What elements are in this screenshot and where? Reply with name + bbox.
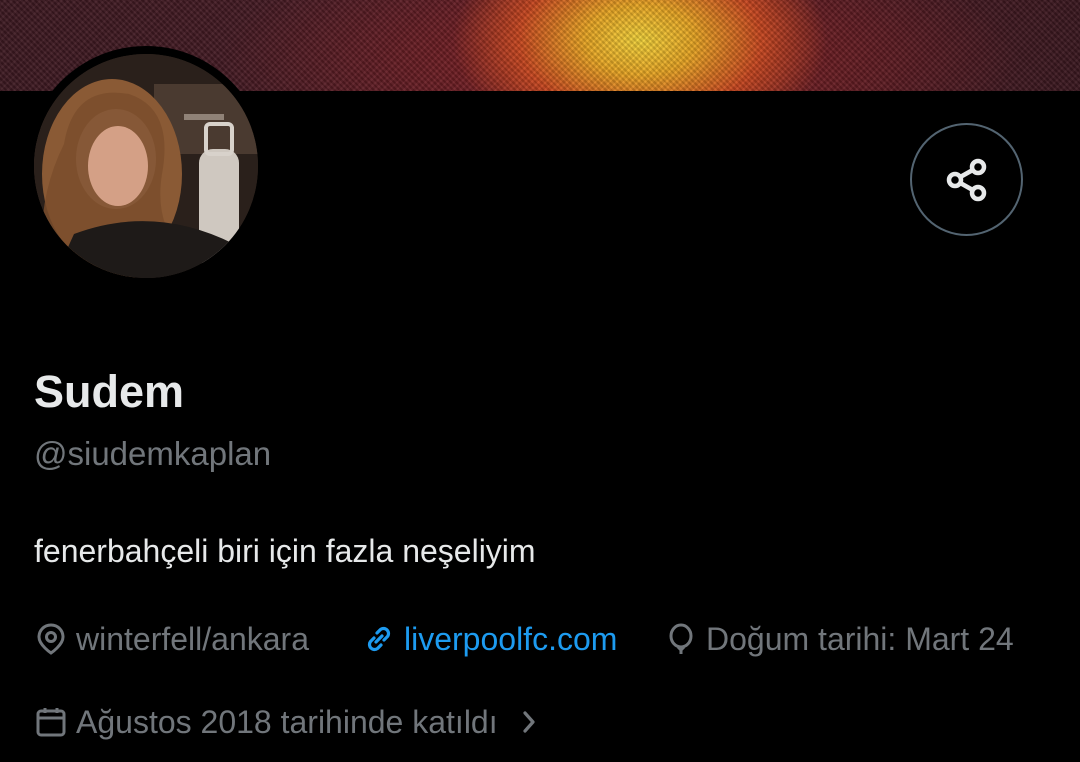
location-label: winterfell/ankara bbox=[76, 620, 309, 657]
profile-website-link[interactable]: liverpoolfc.com bbox=[362, 620, 617, 658]
avatar[interactable] bbox=[34, 54, 258, 278]
share-button[interactable] bbox=[910, 123, 1023, 236]
joined-label: Ağustos 2018 tarihinde katıldı bbox=[76, 703, 498, 740]
profile-location: winterfell/ankara bbox=[34, 620, 309, 658]
balloon-icon bbox=[669, 623, 693, 654]
profile-join-date[interactable]: Ağustos 2018 tarihinde katıldı bbox=[34, 703, 544, 741]
avatar-photo bbox=[34, 54, 258, 278]
location-pin-icon bbox=[37, 623, 65, 655]
share-icon bbox=[946, 158, 986, 201]
user-handle: @siudemkaplan bbox=[34, 435, 272, 472]
display-name: Sudem bbox=[34, 366, 185, 417]
website-label[interactable]: liverpoolfc.com bbox=[404, 621, 617, 658]
chevron-right-icon[interactable] bbox=[514, 707, 544, 737]
profile-bio: fenerbahçeli biri için fazla neşeliyim bbox=[34, 533, 536, 569]
birthday-label: Doğum tarihi: Mart 24 bbox=[706, 620, 1014, 657]
profile-birthday: Doğum tarihi: Mart 24 bbox=[664, 620, 1014, 658]
profile-page: Sudem @siudemkaplan fenerbahçeli biri iç… bbox=[0, 0, 1080, 762]
link-icon bbox=[367, 626, 391, 652]
calendar-icon bbox=[36, 708, 66, 737]
